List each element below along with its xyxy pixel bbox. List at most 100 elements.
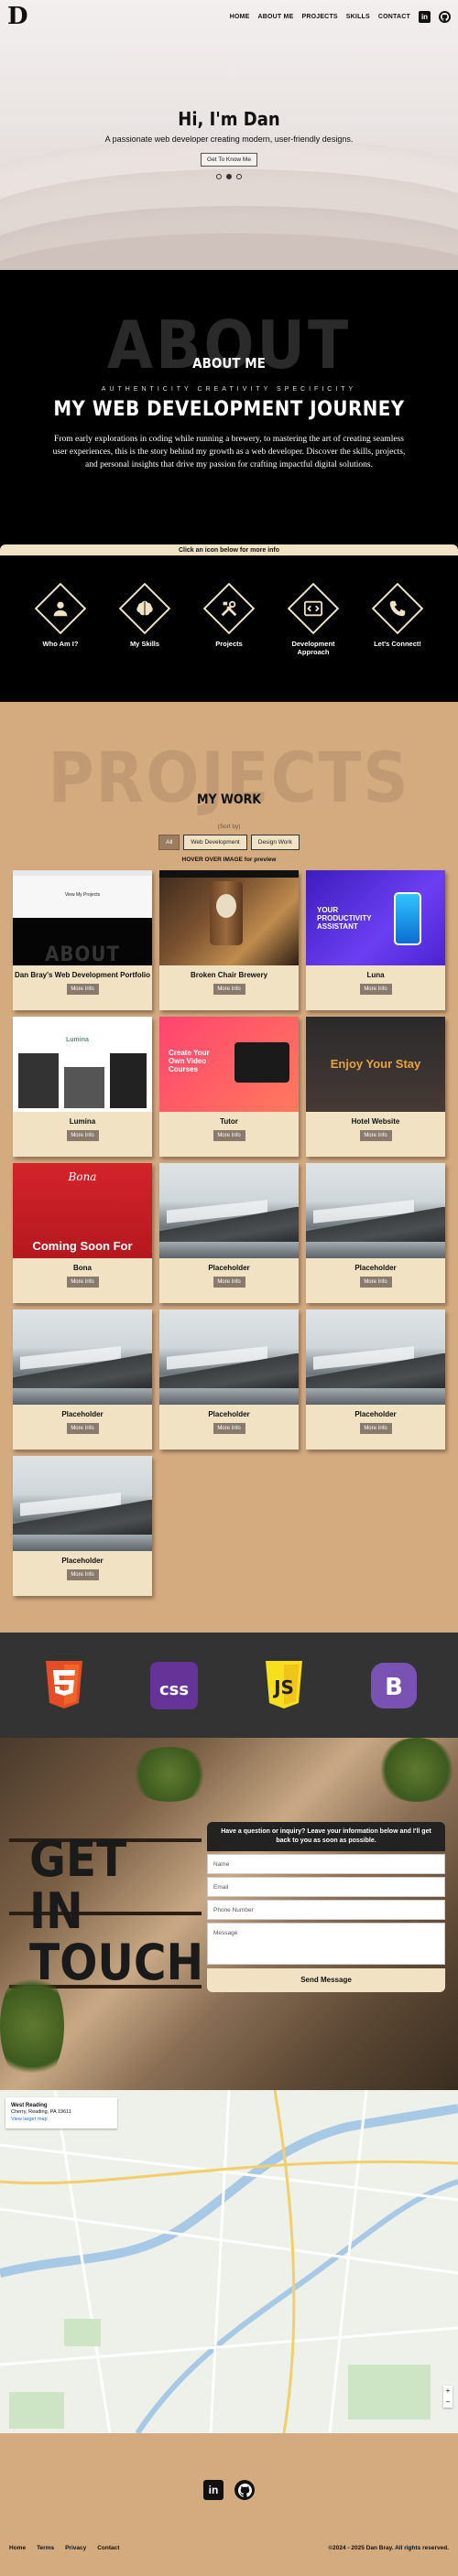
project-title: Placeholder	[61, 1557, 104, 1565]
project-thumbnail[interactable]	[159, 1163, 299, 1258]
more-info-button[interactable]: More Info	[359, 1130, 392, 1141]
footer-link-terms[interactable]: Terms	[37, 2545, 54, 2551]
project-thumbnail[interactable]	[13, 1310, 152, 1405]
project-thumbnail[interactable]: Create Your Own Video Courses	[159, 1017, 299, 1112]
carousel-dot[interactable]	[236, 174, 242, 179]
name-field[interactable]: Name	[207, 1853, 445, 1874]
more-info-button[interactable]: More Info	[213, 1423, 245, 1434]
about-icon-development-approach[interactable]: Development Approach	[282, 582, 344, 702]
heading-line: TOUCH	[29, 1934, 204, 1992]
filter-all-button[interactable]: All	[158, 835, 180, 850]
more-info-button[interactable]: More Info	[213, 1130, 245, 1141]
linkedin-icon[interactable]: in	[419, 10, 431, 23]
project-thumbnail[interactable]	[306, 1163, 445, 1258]
project-card: Bona Coming Soon For Bona More Info	[13, 1163, 152, 1303]
project-thumbnail[interactable]	[159, 1310, 299, 1405]
project-title: Placeholder	[354, 1264, 397, 1272]
about-icon-projects[interactable]: Projects	[198, 582, 260, 702]
more-info-button[interactable]: More Info	[66, 1423, 99, 1434]
more-info-button[interactable]: More Info	[66, 984, 99, 995]
project-thumbnail[interactable]: Lumina	[13, 1017, 152, 1112]
project-title: Lumina	[69, 1117, 96, 1126]
project-card: Placeholder More Info	[306, 1310, 445, 1450]
thumb-heading: Bona	[68, 1170, 97, 1183]
carousel-dots	[0, 174, 458, 179]
zoom-out-button[interactable]: −	[443, 2397, 453, 2408]
filter-design-work-button[interactable]: Design Work	[250, 835, 300, 850]
nav-link-contact[interactable]: CONTACT	[378, 14, 410, 20]
more-info-button[interactable]: More Info	[359, 1277, 392, 1288]
thumb-heading: Create Your Own Video Courses	[169, 1049, 210, 1073]
project-card: Placeholder More Info	[306, 1163, 445, 1303]
about-icon-my-skills[interactable]: My Skills	[114, 582, 176, 702]
project-card: View My Projects ABOUT Dan Bray's Web Deve…	[13, 870, 152, 1010]
js-icon: JS	[258, 1660, 310, 1711]
project-card: Placeholder More Info	[13, 1456, 152, 1596]
project-thumbnail[interactable]	[306, 1310, 445, 1405]
zoom-in-button[interactable]: +	[443, 2386, 453, 2397]
nav-link-home[interactable]: HOME	[230, 14, 250, 20]
about-icon-who-am-i[interactable]: Who Am I?	[29, 582, 92, 702]
about-icon-label: My Skills	[129, 640, 160, 648]
project-thumbnail[interactable]	[159, 870, 299, 965]
carousel-dot[interactable]	[216, 174, 222, 179]
cliff-image	[306, 1207, 445, 1242]
project-title: Bona	[73, 1264, 92, 1272]
footer-social-icons: in	[0, 2480, 458, 2500]
map-canvas[interactable]	[0, 2090, 458, 2433]
more-info-button[interactable]: More Info	[66, 1130, 99, 1141]
send-message-button[interactable]: Send Message	[207, 1967, 445, 1992]
message-field[interactable]: Message	[207, 1922, 445, 1965]
more-info-button[interactable]: More Info	[66, 1277, 99, 1288]
carousel-dot[interactable]	[226, 174, 232, 179]
projects-section: PROJECTS MY WORK (Sort by) All Web Devel…	[0, 702, 458, 1633]
github-icon[interactable]	[439, 10, 451, 23]
more-info-button[interactable]: More Info	[213, 1277, 245, 1288]
project-card: Placeholder More Info	[13, 1310, 152, 1450]
view-larger-map-link[interactable]: View larger map	[11, 2117, 112, 2124]
map-address: Cherry, Reading, PA 19611	[11, 2109, 71, 2116]
cliff-image	[306, 1353, 445, 1388]
filter-web-development-button[interactable]: Web Development	[183, 835, 247, 850]
thumb-heading: Lumina	[66, 1037, 89, 1043]
project-thumbnail[interactable]: View My Projects ABOUT	[13, 870, 152, 965]
nav-link-skills[interactable]: SKILLS	[346, 14, 370, 20]
get-to-know-me-button[interactable]: Get To Know Me	[201, 153, 257, 167]
cliff-image	[13, 1353, 152, 1388]
project-thumbnail[interactable]: YOUR PRODUCTIVITY ASSISTANT	[306, 870, 445, 965]
cliff-image	[159, 1353, 299, 1388]
site-logo[interactable]: D	[7, 3, 27, 30]
footer-link-home[interactable]: Home	[9, 2545, 26, 2551]
project-thumbnail[interactable]: Bona Coming Soon For	[13, 1163, 152, 1258]
phone-field[interactable]: Phone Number	[207, 1899, 445, 1920]
nav-link-projects[interactable]: PROJECTS	[301, 14, 337, 20]
footer-link-privacy[interactable]: Privacy	[65, 2545, 86, 2551]
sort-label: (Sort by)	[217, 824, 241, 830]
hero-text: Hi, I'm Dan A passionate web developer c…	[0, 108, 458, 167]
hover-preview-note: HOVER OVER IMAGE for preview	[181, 857, 277, 863]
photo-block	[18, 1053, 59, 1108]
nav-link-about[interactable]: ABOUT ME	[258, 14, 294, 20]
more-info-button[interactable]: More Info	[213, 984, 245, 995]
email-field[interactable]: Email	[207, 1876, 445, 1897]
person-icon	[53, 601, 68, 617]
project-card: Lumina Lumina More Info	[13, 1017, 152, 1157]
more-info-button[interactable]: More Info	[359, 1423, 392, 1434]
linkedin-icon[interactable]: in	[203, 2480, 224, 2500]
github-icon[interactable]	[234, 2480, 255, 2500]
laptop-image	[234, 1042, 289, 1083]
project-title: Broken Chair Brewery	[190, 971, 268, 979]
map-embed[interactable]: West Reading Cherry, Reading, PA 19611 V…	[0, 2090, 458, 2433]
about-icons-row: Who Am I? My Skills Projects Development…	[0, 555, 458, 702]
project-thumbnail[interactable]	[13, 1456, 152, 1551]
thumb-bg-text: ABOUT	[13, 918, 152, 965]
more-info-button[interactable]: More Info	[359, 984, 392, 995]
more-info-button[interactable]: More Info	[66, 1569, 99, 1580]
footer-link-contact[interactable]: Contact	[97, 2545, 119, 2551]
projects-grid: View My Projects ABOUT Dan Bray's Web Deve…	[0, 870, 458, 1596]
about-icon-lets-connect[interactable]: Let's Connect!	[366, 582, 429, 702]
skills-section: css JS B	[0, 1633, 458, 1738]
thumb-heading: View My Projects	[13, 876, 152, 918]
project-thumbnail[interactable]: Enjoy Your Stay	[306, 1017, 445, 1112]
beer-can-image	[210, 881, 243, 945]
